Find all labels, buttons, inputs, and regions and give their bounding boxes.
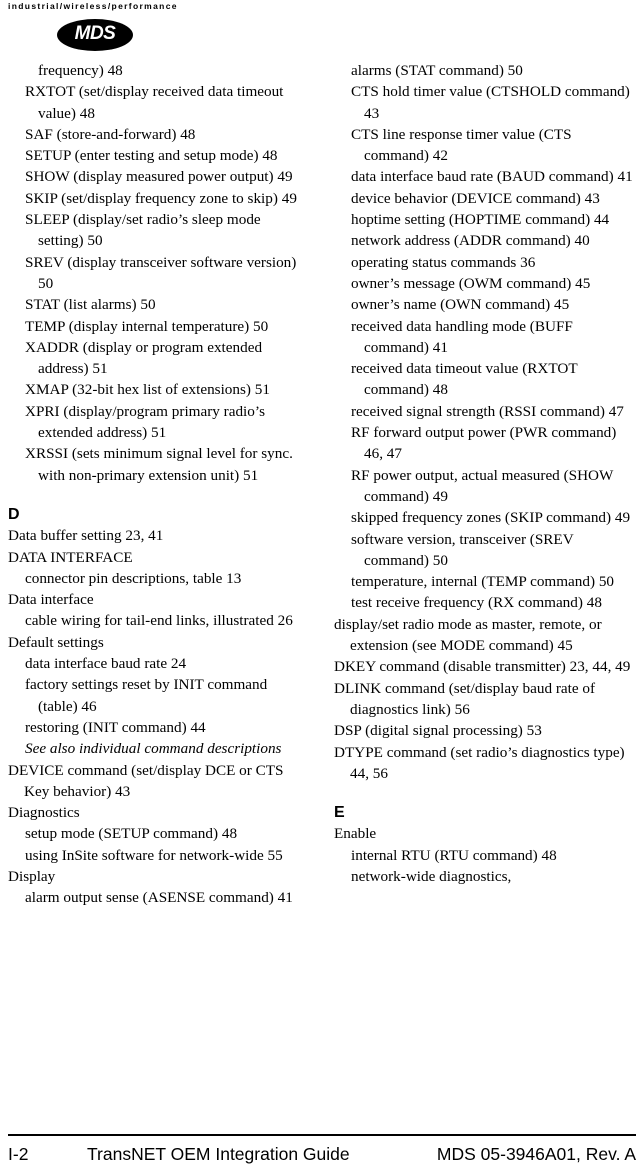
index-entry: cable wiring for tail-end links, illustr… — [25, 612, 293, 630]
index-entry: XPRI (display/program primary radio’s ex… — [25, 402, 266, 442]
index-entry: TEMP (display internal temperature) 50 — [25, 317, 269, 335]
index-entry: Diagnostics — [8, 804, 80, 822]
index-entry: DATA INTERFACE — [8, 548, 133, 566]
index-entry: XADDR (display or program extended addre… — [25, 338, 263, 378]
index-entry: CTS hold timer value (CTSHOLD command) 4… — [351, 83, 630, 122]
index-entry: display/set radio mode as master, remote… — [334, 615, 602, 655]
index-entry: XMAP (32-bit hex list of extensions) 51 — [25, 381, 270, 399]
index-entry: Data interface — [8, 591, 94, 609]
logo-wordmark: MDS — [74, 23, 116, 44]
mds-logo: MDS — [57, 19, 133, 51]
index-entry: internal RTU (RTU command) 48 — [351, 846, 557, 864]
index-entry: See also individual command descriptions — [25, 740, 282, 758]
index-section-letter: E — [334, 804, 345, 822]
index-entry: received data timeout value (RXTOT comma… — [351, 360, 578, 399]
index-entry: frequency) 48 — [38, 62, 123, 79]
index-entry: using InSite software for network-wide 5… — [25, 846, 283, 864]
index-entry: RXTOT (set/display received data timeout… — [25, 83, 284, 122]
index-entry: skipped frequency zones (SKIP command) 4… — [351, 509, 631, 527]
footer-page-number: I-2 — [8, 1144, 29, 1164]
index-entry: DSP (digital signal processing) 53 — [334, 722, 542, 740]
footer-revision: MDS 05-3946A01, Rev. A — [436, 1144, 636, 1164]
index-entry: RF forward output power (PWR command) 46… — [351, 424, 617, 463]
index-entry: owner’s message (OWM command) 45 — [351, 274, 591, 292]
index-entry: restoring (INIT command) 44 — [25, 718, 206, 736]
index-entry: data interface baud rate 24 — [25, 655, 187, 673]
index-entry: DTYPE command (set radio’s diagnostics t… — [334, 743, 625, 782]
index-entry: SREV (display transceiver software versi… — [25, 253, 297, 292]
index-entry: alarms (STAT command) 50 — [351, 62, 523, 79]
index-entry: SAF (store-and-forward) 48 — [25, 125, 196, 143]
index-entry: factory settings reset by INIT command (… — [25, 676, 268, 715]
index-entry: owner’s name (OWN command) 45 — [351, 296, 570, 314]
index-entry: Default settings — [8, 633, 104, 651]
index-entry: Enable — [334, 825, 377, 843]
index-entry: received signal strength (RSSI command) … — [351, 402, 624, 420]
index-entry: connector pin descriptions, table 13 — [25, 569, 242, 587]
index-entry: operating status commands 36 — [351, 253, 536, 271]
index-entry: network-wide diagnostics, — [351, 867, 512, 885]
index-entry: DLINK command (set/display baud rate of … — [334, 679, 596, 718]
index-entry: RF power output, actual measured (SHOW c… — [351, 466, 614, 505]
footer-document-title: TransNET OEM Integration Guide — [87, 1144, 350, 1164]
index-entry: Display — [8, 867, 56, 885]
index-entry: temperature, internal (TEMP command) 50 — [351, 573, 615, 591]
index-entry: network address (ADDR command) 40 — [351, 232, 590, 250]
index-entry: STAT (list alarms) 50 — [25, 296, 156, 314]
index-entry: DEVICE command (set/display DCE or CTS K… — [8, 761, 284, 800]
index-entry: CTS line response timer value (CTS comma… — [351, 125, 572, 165]
index-column-left: frequency) 48 RXTOT (set/display received… — [8, 60, 308, 909]
index-entry: XRSSI (sets minimum signal level for syn… — [25, 445, 293, 484]
index-entry: DKEY command (disable transmitter) 23, 4… — [334, 658, 631, 676]
index-entry: received data handling mode (BUFF comman… — [351, 317, 573, 356]
index-page: industrial/wireless/performance MDS freq… — [0, 0, 644, 1171]
index-entry: device behavior (DEVICE command) 43 — [351, 189, 600, 207]
index-entry: software version, transceiver (SREV comm… — [351, 530, 574, 569]
masthead-tagline: industrial/wireless/performance — [8, 1, 178, 11]
index-entry: setup mode (SETUP command) 48 — [25, 825, 238, 843]
index-entry: test receive frequency (RX command) 48 — [351, 594, 602, 612]
index-entry: Data buffer setting 23, 41 — [8, 527, 164, 545]
index-columns: frequency) 48 RXTOT (set/display received… — [0, 60, 644, 1120]
index-entry: SHOW (display measured power output) 49 — [25, 168, 293, 186]
footer-divider — [8, 1134, 636, 1136]
index-column-right: alarms (STAT command) 50 CTS hold timer v… — [334, 60, 634, 887]
page-footer: I-2 TransNET OEM Integration Guide MDS 0… — [8, 1144, 636, 1168]
index-entry: alarm output sense (ASENSE command) 41 — [25, 889, 293, 907]
index-entry: data interface baud rate (BAUD command) … — [351, 168, 633, 186]
index-entry: SKIP (set/display frequency zone to skip… — [25, 189, 297, 207]
index-entry: SLEEP (display/set radio’s sleep mode se… — [25, 211, 261, 250]
index-entry: SETUP (enter testing and setup mode) 48 — [25, 147, 278, 165]
index-entry: hoptime setting (HOPTIME command) 44 — [351, 211, 610, 229]
index-section-letter: D — [8, 505, 20, 523]
